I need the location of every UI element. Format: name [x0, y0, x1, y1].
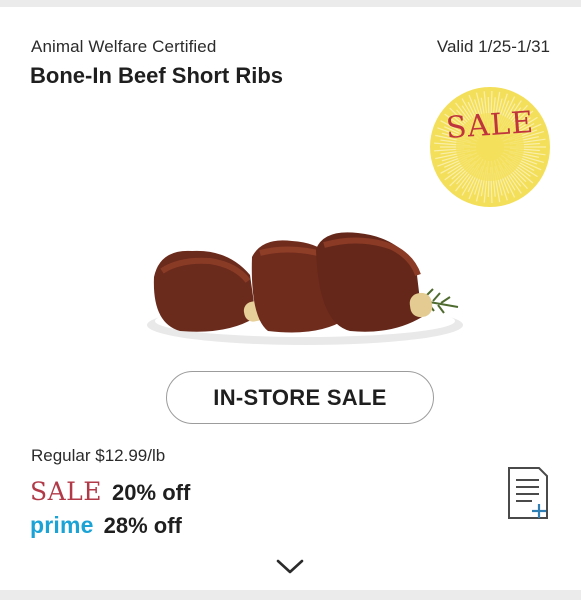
prime-discount: 28% off: [103, 513, 182, 538]
product-title: Bone-In Beef Short Ribs: [30, 63, 284, 88]
add-to-list-icon[interactable]: [506, 466, 552, 520]
prime-discount-row: prime 28% off: [30, 512, 182, 539]
certification-label: Animal Welfare Certified: [31, 37, 217, 56]
sale-label: SALE: [30, 477, 103, 506]
chevron-down-icon[interactable]: [274, 555, 306, 577]
regular-price: Regular $12.99/lb: [31, 446, 166, 465]
valid-dates: Valid 1/25-1/31: [436, 37, 550, 56]
prime-label: prime: [30, 512, 94, 538]
in-store-sale-button[interactable]: IN-STORE SALE: [166, 371, 434, 424]
sale-discount: 20% off: [112, 480, 191, 505]
deal-card: Animal Welfare Certified Bone-In Beef Sh…: [0, 7, 581, 590]
sunburst-badge-icon: [430, 87, 550, 207]
product-image: [147, 232, 463, 345]
sale-discount-row: SALE 20% off: [30, 477, 190, 506]
